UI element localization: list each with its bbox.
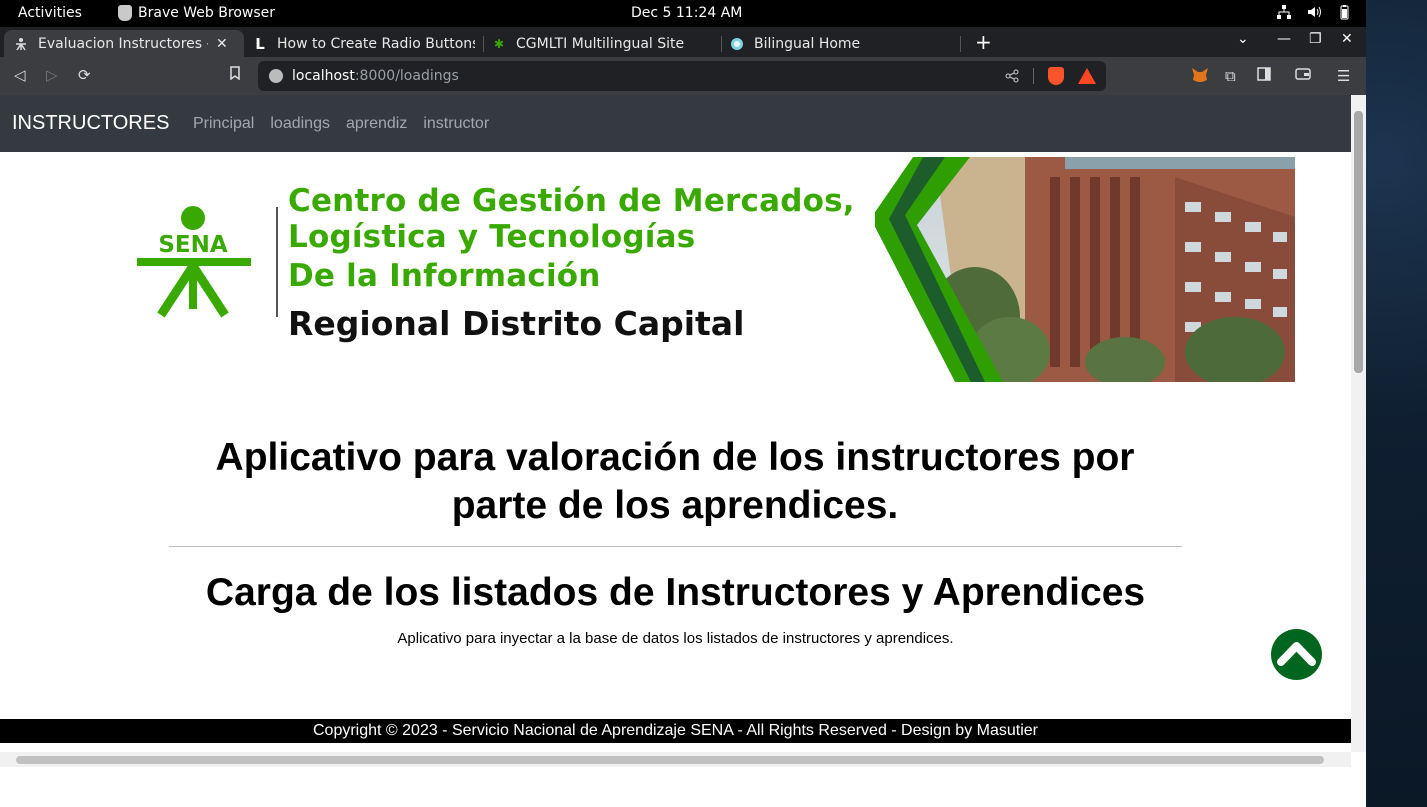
- nav-link-principal[interactable]: Principal: [193, 115, 254, 133]
- close-tab-icon[interactable]: ✕: [216, 36, 228, 52]
- section-description: Aplicativo para inyectar a la base de da…: [397, 630, 954, 647]
- l-icon: L: [255, 34, 265, 53]
- metamask-fox-icon[interactable]: [1191, 67, 1209, 87]
- tab-bilingual-home[interactable]: Bilingual Home: [730, 30, 955, 57]
- page-headline: Aplicativo para valoración de los instru…: [215, 436, 1135, 527]
- nav-link-loadings[interactable]: loadings: [270, 115, 330, 133]
- vertical-scrollbar[interactable]: [1351, 95, 1366, 752]
- clock[interactable]: Dec 5 11:24 AM: [631, 5, 742, 21]
- leaf-icon: ✱: [493, 36, 505, 51]
- system-tray[interactable]: [1276, 4, 1352, 20]
- tab-separator: [960, 36, 961, 52]
- extensions-puzzle-icon[interactable]: ⧉: [1225, 67, 1236, 85]
- app-menu[interactable]: Brave Web Browser: [118, 5, 275, 21]
- omnibox-divider: [1033, 68, 1034, 84]
- chevron-up-icon: [1277, 642, 1316, 666]
- below-viewport-area: [0, 767, 1366, 807]
- tab-radio-buttons[interactable]: L How to Create Radio Buttons: [253, 30, 478, 57]
- desktop-background: [1366, 0, 1427, 807]
- tab-evaluacion-instructores[interactable]: Evaluacion Instructores - l ✕: [4, 30, 244, 57]
- reload-icon[interactable]: ⟳: [78, 66, 91, 84]
- menu-hamburger-icon[interactable]: ☰: [1337, 67, 1350, 85]
- nav-link-aprendiz[interactable]: aprendiz: [346, 115, 407, 133]
- page-viewport: INSTRUCTORES Principal loadings aprendiz…: [0, 95, 1366, 807]
- banner-line-2: Logística y Tecnologías: [288, 219, 696, 255]
- address-bar[interactable]: localhost:8000/loadings: [258, 61, 1106, 91]
- sena-logo: SENA: [135, 205, 255, 320]
- tab-label: CGMLTI Multilingual Site: [516, 35, 685, 52]
- site-info-icon[interactable]: [269, 69, 283, 83]
- nav-link-instructor[interactable]: instructor: [423, 115, 489, 133]
- tab-strip: Evaluacion Instructores - l ✕ L How to C…: [0, 27, 1366, 57]
- globe-icon: [730, 37, 744, 51]
- horizontal-scroll-thumb[interactable]: [16, 756, 1324, 764]
- section-title: Carga de los listados de Instructores y …: [205, 571, 1146, 614]
- banner-divider: [276, 207, 278, 317]
- brave-shields-icon[interactable]: [1048, 67, 1064, 85]
- navbar-links: Principal loadings aprendiz instructor: [193, 115, 489, 133]
- volume-icon: [1308, 6, 1321, 18]
- vertical-scroll-thumb[interactable]: [1354, 111, 1363, 373]
- system-top-bar: Activities Brave Web Browser Dec 5 11:24…: [0, 0, 1366, 27]
- maximize-icon[interactable]: ❐: [1309, 31, 1322, 47]
- navbar-brand[interactable]: INSTRUCTORES: [12, 112, 169, 135]
- banner-line-3: De la Información: [288, 258, 601, 294]
- tab-label: Evaluacion Instructores - l: [38, 35, 208, 52]
- banner-line-1: Centro de Gestión de Mercados,: [288, 183, 855, 219]
- brave-rewards-icon[interactable]: [1078, 68, 1096, 84]
- new-tab-button[interactable]: +: [975, 30, 992, 54]
- back-icon[interactable]: ◁: [14, 66, 26, 84]
- url-host: localhost: [292, 68, 355, 84]
- scroll-to-top-button[interactable]: [1271, 629, 1322, 680]
- forward-icon[interactable]: ▷: [46, 66, 58, 84]
- tab-label: Bilingual Home: [754, 35, 861, 52]
- tab-label: How to Create Radio Buttons: [277, 35, 475, 52]
- wallet-icon[interactable]: [1295, 67, 1311, 85]
- svg-text:SENA: SENA: [158, 232, 228, 258]
- sena-banner: SENA Centro de Gestión de Mercados, Logí…: [135, 157, 1295, 387]
- url-path: :8000/loadings: [354, 68, 459, 84]
- banner-regional: Regional Distrito Capital: [288, 304, 745, 343]
- brave-lion-icon: [118, 5, 132, 21]
- building-photo: [875, 157, 1295, 387]
- app-name-label: Brave Web Browser: [138, 5, 275, 21]
- site-navbar: INSTRUCTORES Principal loadings aprendiz…: [0, 95, 1351, 152]
- minimize-icon[interactable]: —: [1277, 31, 1291, 47]
- bookmark-icon[interactable]: [229, 66, 241, 84]
- sidebar-toggle-icon[interactable]: [1257, 67, 1271, 85]
- tab-separator: [483, 36, 484, 52]
- activities-button[interactable]: Activities: [18, 5, 82, 21]
- tab-separator: [721, 36, 722, 52]
- network-icon: [1277, 5, 1291, 19]
- browser-toolbar: ◁ ▷ ⟳ localhost:8000/loadings ⧉ ☰: [0, 57, 1366, 95]
- battery-icon: [1340, 5, 1349, 20]
- page-footer: Copyright © 2023 - Servicio Nacional de …: [0, 719, 1351, 743]
- close-window-icon[interactable]: ✕: [1341, 31, 1353, 47]
- sena-icon: [14, 37, 28, 51]
- tab-list-chevron-icon[interactable]: ⌄: [1237, 31, 1249, 47]
- section-divider: [169, 546, 1182, 547]
- share-icon[interactable]: [1005, 69, 1019, 83]
- horizontal-scrollbar[interactable]: [0, 752, 1351, 767]
- tab-cgmlti[interactable]: ✱ CGMLTI Multilingual Site: [492, 30, 717, 57]
